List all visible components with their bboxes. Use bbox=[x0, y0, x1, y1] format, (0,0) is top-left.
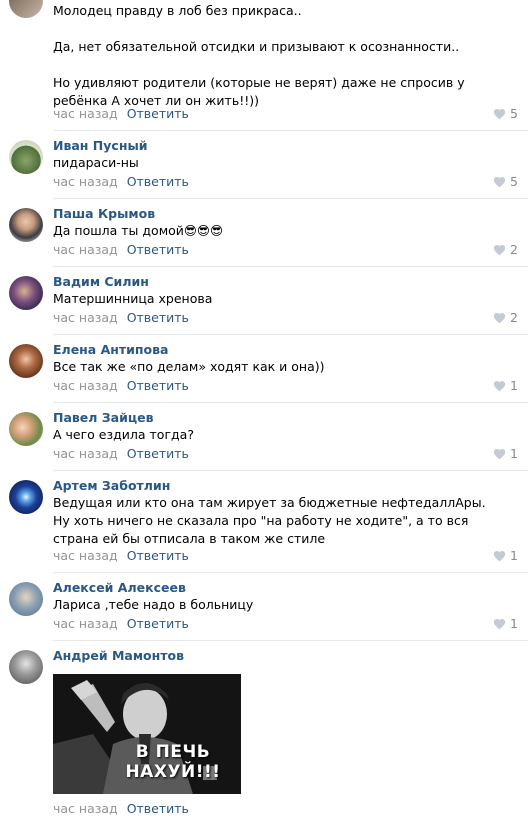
heart-icon bbox=[493, 177, 506, 188]
comment-meta: час назад Ответить bbox=[53, 310, 189, 326]
comment-text: Все так же «по делам» ходят как и она)) bbox=[53, 359, 325, 374]
comment-meta: час назад Ответить bbox=[53, 106, 189, 122]
comment-text: Лариса ,тебе надо в больницу bbox=[53, 597, 254, 612]
comment-time[interactable]: час назад bbox=[53, 106, 118, 121]
comment-author[interactable]: Павел Зайцев bbox=[53, 410, 154, 426]
meme-caption: В ПЕЧЬ НАХУЙ!!! bbox=[125, 742, 221, 782]
like-button[interactable]: 1 bbox=[493, 616, 518, 632]
divider bbox=[53, 198, 528, 199]
like-button[interactable]: 1 bbox=[493, 378, 518, 394]
comment-text: Матершинница хренова bbox=[53, 291, 213, 306]
divider bbox=[53, 266, 528, 267]
avatar[interactable] bbox=[9, 276, 43, 310]
divider bbox=[53, 572, 528, 573]
comment-meta: час назад Ответить bbox=[53, 801, 189, 817]
comment-author[interactable]: Елена Антипова bbox=[53, 342, 168, 358]
comment-author[interactable]: Алексей Алексеев bbox=[53, 580, 186, 596]
heart-icon bbox=[493, 551, 506, 562]
divider bbox=[53, 402, 528, 403]
heart-icon bbox=[493, 109, 506, 120]
comment-meta: час назад Ответить bbox=[53, 378, 189, 394]
comment-meta: час назад Ответить bbox=[53, 174, 189, 190]
comment-time[interactable]: час назад bbox=[53, 242, 118, 257]
avatar[interactable] bbox=[9, 344, 43, 378]
comment-time[interactable]: час назад bbox=[53, 616, 118, 631]
like-button[interactable]: 2 bbox=[493, 310, 518, 326]
reply-button[interactable]: Ответить bbox=[127, 616, 189, 631]
comment-author[interactable]: Иван Пусный bbox=[53, 138, 148, 154]
heart-icon bbox=[493, 619, 506, 630]
comment-text: Молодец правду в лоб без прикраса.. Да, … bbox=[53, 3, 465, 108]
reply-button[interactable]: Ответить bbox=[127, 242, 189, 257]
like-count: 1 bbox=[510, 446, 518, 461]
divider bbox=[53, 470, 528, 471]
divider bbox=[53, 640, 528, 641]
like-button[interactable]: 5 bbox=[493, 106, 518, 122]
like-count: 1 bbox=[510, 548, 518, 563]
avatar[interactable] bbox=[9, 412, 43, 446]
avatar[interactable] bbox=[9, 140, 43, 174]
comment-meta: час назад Ответить bbox=[53, 616, 189, 632]
attached-image[interactable]: В ПЕЧЬ НАХУЙ!!! bbox=[53, 674, 241, 794]
comment-author[interactable]: Андрей Мамонтов bbox=[53, 648, 184, 664]
comment-text: Да пошла ты домой😎😎😎 bbox=[53, 223, 223, 238]
avatar[interactable] bbox=[9, 650, 43, 684]
comment-text: пидараси-ны bbox=[53, 155, 139, 170]
reply-button[interactable]: Ответить bbox=[127, 801, 189, 816]
comment-time[interactable]: час назад bbox=[53, 174, 118, 189]
comment-meta: час назад Ответить bbox=[53, 548, 189, 564]
reply-button[interactable]: Ответить bbox=[127, 310, 189, 325]
comment-meta: час назад Ответить bbox=[53, 242, 189, 258]
comment-text: А чего ездила тогда? bbox=[53, 427, 194, 442]
like-count: 2 bbox=[510, 310, 518, 325]
like-button[interactable]: 1 bbox=[493, 446, 518, 462]
heart-icon bbox=[493, 313, 506, 324]
divider bbox=[53, 334, 528, 335]
like-count: 1 bbox=[510, 616, 518, 631]
like-count: 2 bbox=[510, 242, 518, 257]
heart-icon bbox=[493, 449, 506, 460]
comment-time[interactable]: час назад bbox=[53, 310, 118, 325]
comment-text: Ведущая или кто она там жирует за бюджет… bbox=[53, 495, 486, 546]
like-count: 5 bbox=[510, 174, 518, 189]
comment-meta: час назад Ответить bbox=[53, 446, 189, 462]
avatar[interactable] bbox=[9, 0, 43, 18]
avatar[interactable] bbox=[9, 208, 43, 242]
heart-icon bbox=[493, 245, 506, 256]
reply-button[interactable]: Ответить bbox=[127, 378, 189, 393]
comment-time[interactable]: час назад bbox=[53, 378, 118, 393]
comment-author[interactable]: Вадим Силин bbox=[53, 274, 149, 290]
comment-time[interactable]: час назад bbox=[53, 548, 118, 563]
reply-button[interactable]: Ответить bbox=[127, 548, 189, 563]
like-button[interactable]: 1 bbox=[493, 548, 518, 564]
like-count: 1 bbox=[510, 378, 518, 393]
comment-author[interactable]: Паша Крымов bbox=[53, 206, 155, 222]
comment-author[interactable]: Артем Заботлин bbox=[53, 478, 170, 494]
avatar[interactable] bbox=[9, 480, 43, 514]
like-button[interactable]: 5 bbox=[493, 174, 518, 190]
like-count: 5 bbox=[510, 106, 518, 121]
comment-time[interactable]: час назад bbox=[53, 446, 118, 461]
reply-button[interactable]: Ответить bbox=[127, 446, 189, 461]
avatar[interactable] bbox=[9, 582, 43, 616]
divider bbox=[53, 130, 528, 131]
reply-button[interactable]: Ответить bbox=[127, 174, 189, 189]
reply-button[interactable]: Ответить bbox=[127, 106, 189, 121]
heart-icon bbox=[493, 381, 506, 392]
like-button[interactable]: 2 bbox=[493, 242, 518, 258]
comment-time[interactable]: час назад bbox=[53, 801, 118, 816]
